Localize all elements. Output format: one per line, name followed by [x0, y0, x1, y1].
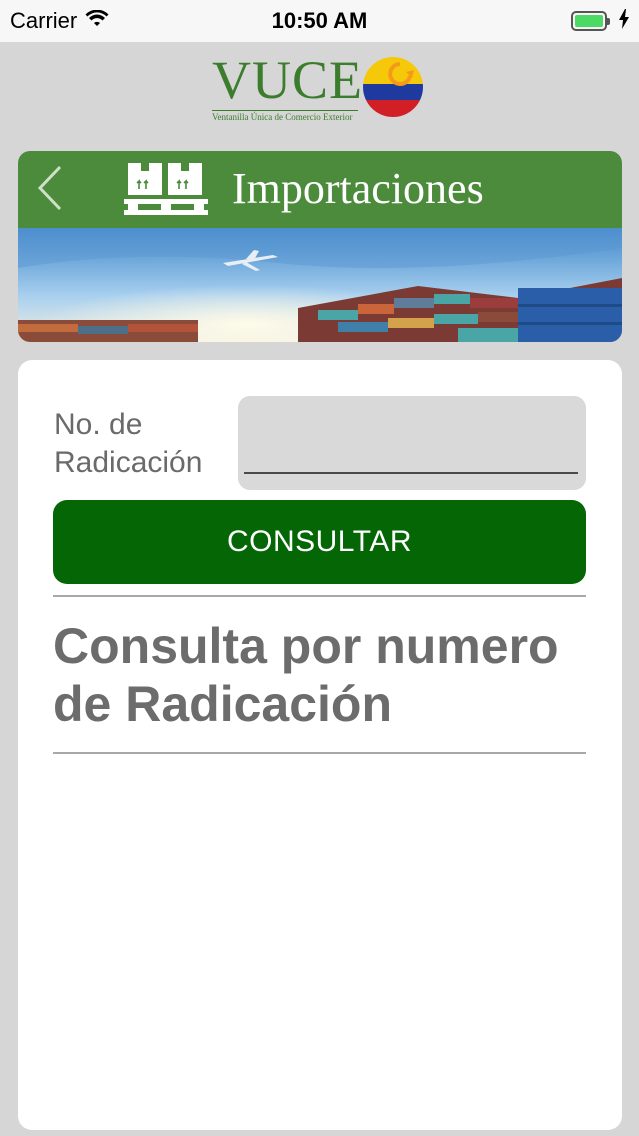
banner-image: [18, 228, 622, 342]
input-underline: [244, 472, 578, 474]
radicacion-label: No. de Radicación: [54, 408, 203, 479]
bottom-divider: [53, 752, 586, 754]
result-title: Consulta por numero de Radicación: [53, 618, 559, 732]
chevron-left-icon: [36, 165, 64, 216]
vuce-logo: VUCE Ventanilla Única de Comercio Exteri…: [212, 52, 432, 122]
logo-globe-icon: [360, 54, 426, 125]
wifi-icon: [85, 8, 109, 34]
header-bar: Importaciones: [18, 151, 622, 228]
back-button[interactable]: [30, 165, 70, 215]
carrier-label: Carrier: [10, 8, 78, 33]
page-title: Importaciones: [232, 164, 484, 213]
status-bar: Carrier 10:50 AM: [0, 0, 639, 42]
radicacion-input[interactable]: [238, 396, 586, 490]
status-left: Carrier: [10, 8, 109, 34]
status-right: [571, 8, 629, 34]
logo-subtitle: Ventanilla Única de Comercio Exterior: [212, 110, 358, 122]
header-card: Importaciones: [18, 151, 622, 342]
top-divider: [53, 595, 586, 597]
consultar-button[interactable]: CONSULTAR: [53, 500, 586, 584]
main-card: No. de Radicación CONSULTAR Consulta por…: [18, 360, 622, 1130]
battery-icon: [571, 11, 610, 31]
charging-icon: [619, 8, 629, 34]
pallet-boxes-icon: [124, 161, 210, 222]
